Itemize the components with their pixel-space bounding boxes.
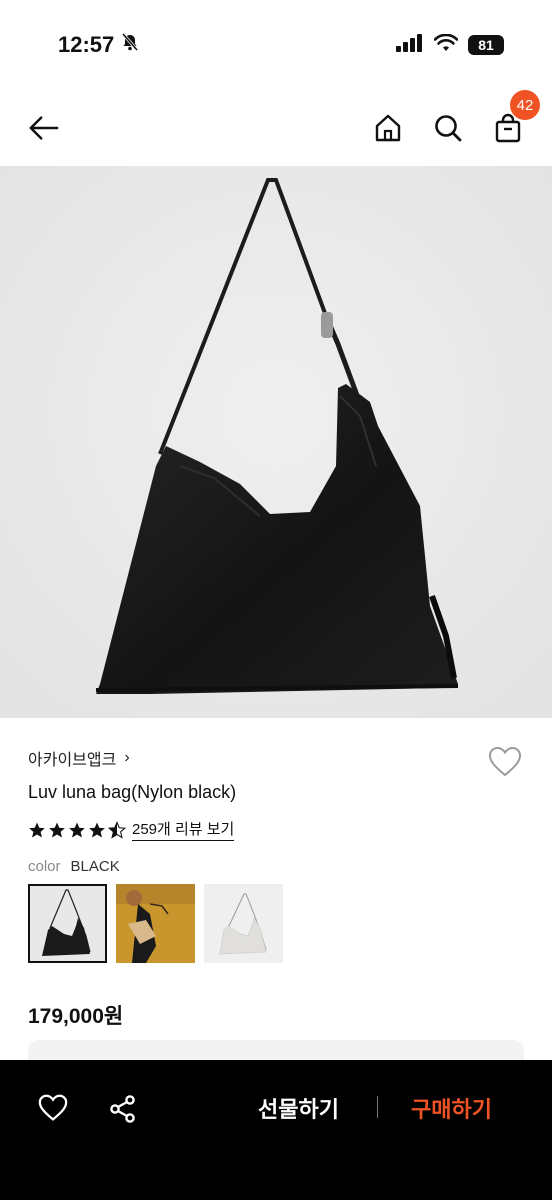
gift-button[interactable]: 선물하기 [258,1092,339,1124]
status-time: 12:57 [58,32,115,57]
nav-actions: 42 [372,90,540,144]
arrow-left-icon [29,116,59,140]
star-rating [28,820,126,839]
color-option-black[interactable] [28,884,107,963]
share-icon [110,1095,135,1123]
rating-row: 259개 리뷰 보기 [28,818,235,841]
reviews-link[interactable]: 259개 리뷰 보기 [132,818,235,841]
back-button[interactable] [28,112,60,144]
star-icon [89,822,105,837]
share-button[interactable] [108,1094,138,1129]
bottom-action-bar: 선물하기 구매하기 [0,1060,552,1200]
bottom-wishlist-button[interactable] [38,1094,68,1127]
search-icon [435,115,462,142]
wishlist-button[interactable] [488,746,522,780]
cart-button[interactable]: 42 [492,90,540,144]
status-right: 81 [396,33,504,57]
status-left: 12:57 [58,32,140,58]
home-icon [375,114,401,142]
heart-outline-icon [38,1094,68,1121]
color-option-white[interactable] [204,884,283,963]
product-price: 179,000원 [28,1005,124,1028]
color-label: color [28,858,61,875]
divider [377,1096,378,1118]
star-icon [49,822,65,837]
buy-button[interactable]: 구매하기 [411,1092,492,1124]
home-button[interactable] [372,112,404,144]
color-row: color BLACK [28,858,120,875]
color-value: BLACK [70,858,120,875]
chevron-right-icon: › [124,749,130,766]
status-bar: 12:57 81 [0,0,552,90]
search-button[interactable] [432,112,464,144]
signal-icon [396,33,424,57]
brand-link[interactable]: 아카이브앱크 › [28,746,130,770]
bell-muted-icon [120,32,140,58]
product-name: Luv luna bag(Nylon black) [28,782,237,802]
star-icon [29,822,45,837]
cart-count-badge: 42 [510,90,540,120]
product-main-image[interactable] [0,166,552,718]
nav-bar: 42 [0,90,552,166]
star-icon [69,822,85,837]
wifi-icon [433,33,459,57]
color-option-model[interactable] [116,884,195,963]
color-options [28,884,283,963]
star-half-icon [108,820,126,839]
battery-indicator: 81 [468,35,504,55]
brand-name: 아카이브앱크 [28,752,117,769]
heart-outline-icon [488,746,522,777]
